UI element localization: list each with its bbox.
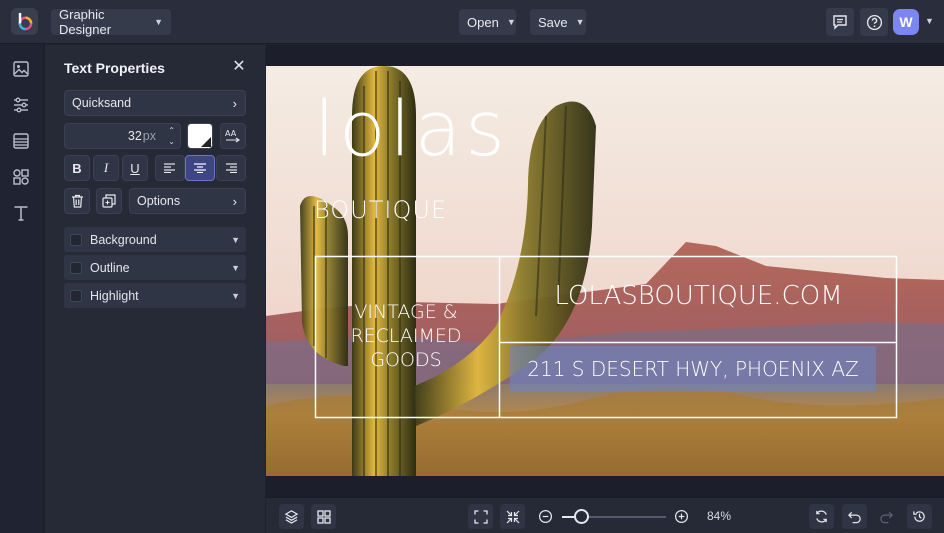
text-icon[interactable] — [10, 202, 32, 224]
design-canvas[interactable]: lolas BOUTIQUE VINTAGE & RECLAIMED GOODS… — [266, 66, 944, 476]
chevron-down-icon: ▼ — [154, 17, 163, 27]
help-icon[interactable] — [860, 8, 888, 36]
save-label: Save — [538, 14, 568, 30]
bottom-toolbar: 84% — [266, 497, 944, 533]
user-avatar[interactable]: W — [893, 9, 919, 35]
text-color-swatch[interactable] — [187, 123, 213, 149]
comments-icon[interactable] — [826, 8, 854, 36]
brand-title[interactable]: lolas — [314, 88, 509, 170]
font-name: Quicksand — [72, 96, 132, 110]
accordion-outline[interactable]: Outline ▼ — [64, 255, 246, 280]
zoom-level: 84% — [707, 509, 732, 523]
collapse-icon[interactable] — [500, 504, 525, 529]
layers-icon[interactable] — [279, 504, 304, 529]
tagline-line-1: VINTAGE & — [354, 301, 458, 323]
tagline[interactable]: VINTAGE & RECLAIMED GOODS — [320, 300, 492, 372]
save-button[interactable]: Save ▼ — [530, 9, 586, 35]
chevron-right-icon: › — [232, 95, 237, 111]
mode-dropdown[interactable]: Graphic Designer ▼ — [51, 7, 171, 37]
panel-title: Text Properties — [64, 60, 165, 76]
website-text[interactable]: LOLASBOUTIQUE.COM — [500, 280, 897, 312]
text-case-icon[interactable]: AA — [220, 123, 246, 149]
accordion-highlight[interactable]: Highlight ▼ — [64, 283, 246, 308]
shapes-icon[interactable] — [10, 166, 32, 188]
duplicate-icon[interactable] — [96, 188, 122, 214]
canvas-area[interactable]: lolas BOUTIQUE VINTAGE & RECLAIMED GOODS… — [266, 45, 944, 497]
zoom-slider-handle[interactable] — [574, 509, 589, 524]
fit-screen-icon[interactable] — [468, 504, 493, 529]
zoom-out-icon[interactable] — [538, 509, 553, 529]
bold-icon[interactable]: B — [64, 155, 90, 181]
top-bar: Graphic Designer ▼ Open ▼ Save ▼ W ▼ — [0, 0, 944, 44]
font-size-stepper[interactable]: ⌃ ⌄ — [168, 125, 175, 147]
chevron-right-icon: › — [232, 193, 237, 209]
open-label: Open — [467, 14, 499, 30]
italic-icon[interactable]: I — [93, 155, 119, 181]
tagline-line-3: GOODS — [370, 349, 442, 371]
font-family-select[interactable]: Quicksand › — [64, 90, 246, 116]
background-checkbox[interactable] — [70, 233, 82, 246]
accordion-background[interactable]: Background ▼ — [64, 227, 246, 252]
brand-subtitle[interactable]: BOUTIQUE — [314, 195, 447, 225]
outline-checkbox[interactable] — [70, 261, 82, 274]
font-size-input[interactable]: 32 px ⌃ ⌄ — [64, 123, 181, 149]
tool-rail — [0, 45, 44, 533]
chevron-down-icon: ▼ — [231, 234, 240, 245]
accordion-label: Highlight — [90, 288, 139, 303]
app-logo-icon[interactable] — [11, 8, 38, 35]
chevron-down-icon: ▼ — [506, 17, 516, 27]
address-text[interactable]: 211 S DESERT HWY, PHOENIX AZ — [510, 356, 876, 382]
text-properties-panel: Text Properties ✕ Quicksand › 32 px ⌃ ⌄ A… — [45, 45, 265, 533]
zoom-in-icon[interactable] — [674, 509, 689, 529]
rotate-icon[interactable] — [809, 504, 834, 529]
open-button[interactable]: Open ▼ — [459, 9, 516, 35]
accordion-label: Outline — [90, 260, 130, 275]
chevron-down-icon: ▼ — [231, 262, 240, 273]
close-icon[interactable]: ✕ — [231, 59, 247, 75]
sliders-icon[interactable] — [10, 94, 32, 116]
highlight-checkbox[interactable] — [70, 289, 82, 302]
options-button[interactable]: Options › — [129, 188, 246, 214]
underline-icon[interactable]: U — [122, 155, 148, 181]
image-icon[interactable] — [10, 58, 32, 80]
options-label: Options — [137, 194, 181, 208]
align-left-icon[interactable] — [155, 155, 185, 181]
svg-text:AA: AA — [225, 129, 237, 138]
grid-icon[interactable] — [311, 504, 336, 529]
align-right-icon[interactable] — [216, 155, 246, 181]
trash-icon[interactable] — [64, 188, 90, 214]
align-center-icon[interactable] — [185, 155, 215, 181]
mode-label: Graphic Designer — [59, 7, 112, 37]
chevron-down-icon: ▼ — [231, 290, 240, 301]
tagline-line-2: RECLAIMED — [350, 325, 462, 347]
font-size-value: 32 — [127, 129, 142, 143]
chevron-down-icon: ▼ — [575, 17, 585, 27]
redo-icon[interactable] — [874, 504, 899, 529]
undo-icon[interactable] — [842, 504, 867, 529]
layout-icon[interactable] — [10, 130, 32, 152]
accordion-label: Background — [90, 232, 157, 247]
chevron-down-icon[interactable]: ▼ — [925, 16, 934, 26]
font-size-unit: px — [142, 129, 156, 143]
history-icon[interactable] — [907, 504, 932, 529]
